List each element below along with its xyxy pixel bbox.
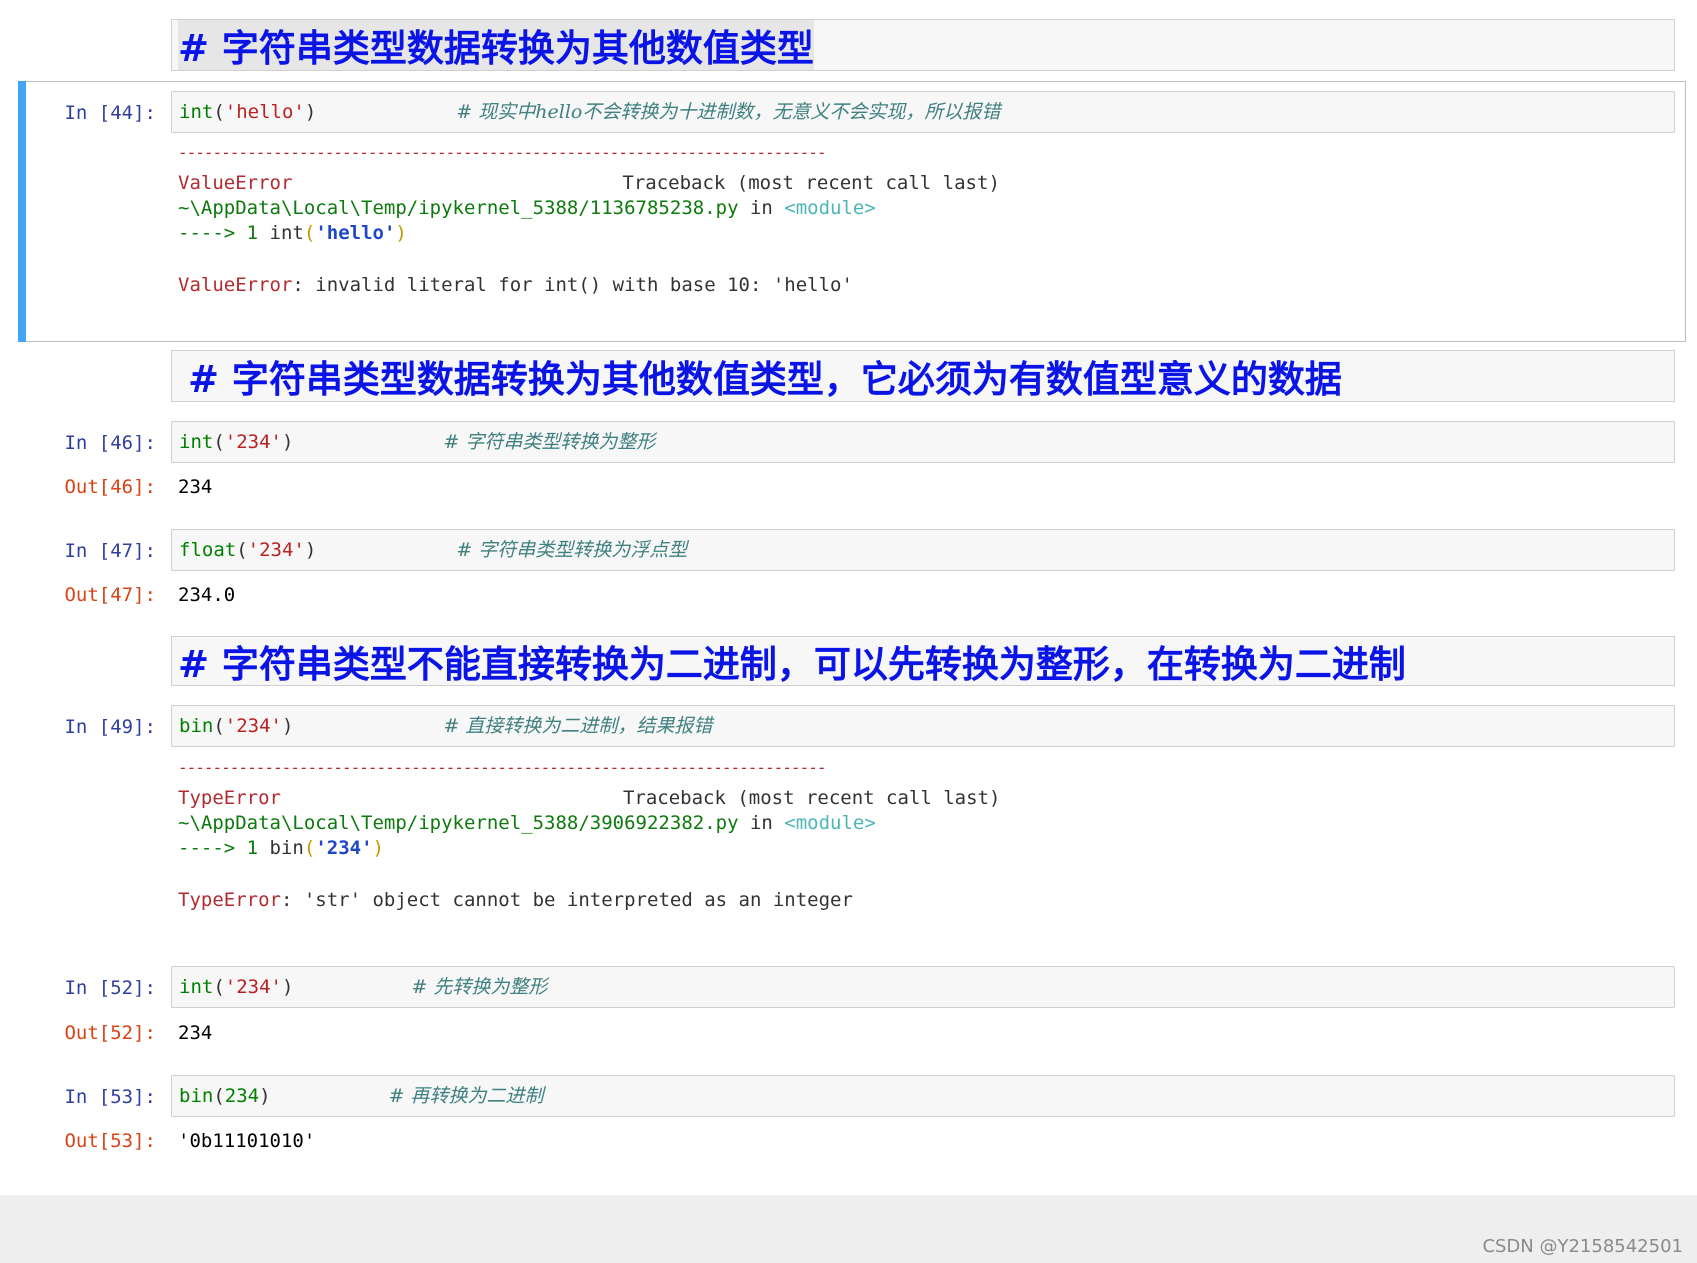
output-value: '0b11101010'	[178, 1130, 316, 1152]
input-prompt: In [46]:	[64, 432, 156, 454]
code-comment: # 先转换为整形	[411, 976, 548, 998]
output-value: 234	[178, 1022, 213, 1044]
code-comment: # 直接转换为二进制，结果报错	[443, 715, 713, 737]
traceback-code-line: ----> 1 bin('234')	[178, 837, 384, 859]
markdown-cell-1[interactable]: # 字符串类型数据转换为其他数值类型	[171, 19, 1675, 71]
output-value: 234	[178, 476, 213, 498]
code-text[interactable]: bin('234') # 直接转换为二进制，结果报错	[179, 706, 712, 746]
output-prompt: Out[53]:	[64, 1130, 156, 1152]
output-prompt: Out[46]:	[64, 476, 156, 498]
output-value: 234.0	[178, 584, 236, 606]
code-cell-53[interactable]: bin(234) # 再转换为二进制	[171, 1075, 1675, 1117]
traceback-file-line: ~\AppData\Local\Temp/ipykernel_5388/1136…	[178, 197, 876, 219]
traceback-separator: ----------------------------------------…	[178, 143, 826, 162]
input-prompt: In [49]:	[64, 716, 156, 738]
output-prompt: Out[47]:	[64, 584, 156, 606]
traceback-error-message: TypeError: 'str' object cannot be interp…	[178, 889, 853, 911]
watermark: CSDN @Y2158542501	[1482, 1236, 1683, 1257]
selected-cell-indicator	[18, 81, 26, 342]
traceback-file-line: ~\AppData\Local\Temp/ipykernel_5388/3906…	[178, 812, 876, 834]
code-comment: # 再转换为二进制	[388, 1085, 544, 1107]
code-cell-52[interactable]: int('234') # 先转换为整形	[171, 966, 1675, 1008]
code-text[interactable]: int('234') # 先转换为整形	[179, 967, 547, 1007]
traceback-header: TypeError Traceback (most recent call las…	[178, 787, 1001, 809]
code-text[interactable]: int('hello') # 现实中hello不会转换为十进制数，无意义不会实现，…	[179, 92, 1000, 132]
markdown-cell-3[interactable]: # 字符串类型不能直接转换为二进制，可以先转换为整形，在转换为二进制	[171, 636, 1675, 686]
code-comment: # 字符串类型转换为浮点型	[456, 539, 688, 561]
input-prompt: In [52]:	[64, 977, 156, 999]
input-prompt: In [53]:	[64, 1086, 156, 1108]
code-text[interactable]: bin(234) # 再转换为二进制	[179, 1076, 544, 1116]
input-prompt: In [44]:	[64, 102, 156, 124]
code-cell-47[interactable]: float('234') # 字符串类型转换为浮点型	[171, 529, 1675, 571]
code-text[interactable]: float('234') # 字符串类型转换为浮点型	[179, 530, 687, 570]
traceback-separator: ----------------------------------------…	[178, 758, 826, 777]
output-prompt: Out[52]:	[64, 1022, 156, 1044]
traceback-error-message: ValueError: invalid literal for int() wi…	[178, 274, 853, 296]
markdown-heading: # 字符串类型数据转换为其他数值类型	[178, 20, 814, 70]
traceback-code-line: ----> 1 int('hello')	[178, 222, 407, 244]
code-cell-44[interactable]: int('hello') # 现实中hello不会转换为十进制数，无意义不会实现，…	[171, 91, 1675, 133]
input-prompt: In [47]:	[64, 540, 156, 562]
code-comment: # 现实中hello不会转换为十进制数，无意义不会实现，所以报错	[456, 101, 1001, 123]
notebook-footer-area: CSDN @Y2158542501	[0, 1195, 1697, 1263]
code-cell-46[interactable]: int('234') # 字符串类型转换为整形	[171, 421, 1675, 463]
markdown-heading: # 字符串类型不能直接转换为二进制，可以先转换为整形，在转换为二进制	[178, 643, 1406, 686]
traceback-header: ValueError Traceback (most recent call la…	[178, 172, 1000, 194]
markdown-cell-2[interactable]: # 字符串类型数据转换为其他数值类型，它必须为有数值型意义的数据	[171, 350, 1675, 402]
markdown-heading: # 字符串类型数据转换为其他数值类型，它必须为有数值型意义的数据	[188, 358, 1342, 401]
code-cell-49[interactable]: bin('234') # 直接转换为二进制，结果报错	[171, 705, 1675, 747]
code-comment: # 字符串类型转换为整形	[443, 431, 656, 453]
code-text[interactable]: int('234') # 字符串类型转换为整形	[179, 422, 655, 462]
